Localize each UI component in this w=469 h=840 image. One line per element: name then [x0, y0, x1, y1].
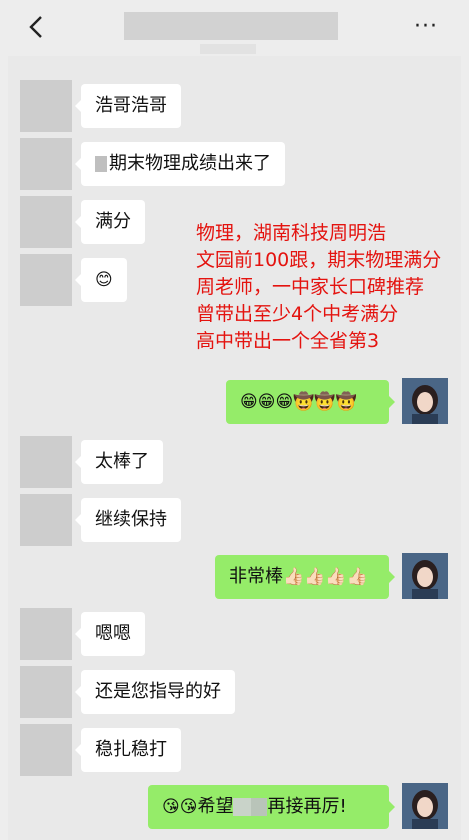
my-avatar[interactable]	[402, 553, 448, 599]
portrait-icon	[402, 553, 448, 599]
message-bubble-sent[interactable]: 😁😁😁🤠🤠🤠	[226, 380, 395, 424]
message-bubble[interactable]: 稳扎稳打	[75, 728, 181, 772]
subtitle-redacted	[200, 44, 256, 54]
message-bubble[interactable]: 还是您指导的好	[75, 670, 235, 714]
redacted-text	[233, 798, 252, 816]
message-bubble[interactable]: 继续保持	[75, 498, 181, 542]
message-bubble[interactable]: 太棒了	[75, 440, 163, 484]
thumbs-up-icon: 👍🏻👍🏻👍🏻👍🏻	[283, 567, 368, 587]
message-bubble[interactable]: 期末物理成绩出来了	[75, 142, 285, 186]
my-avatar[interactable]	[402, 378, 448, 424]
portrait-icon	[402, 378, 448, 424]
more-options-icon[interactable]: ···	[414, 14, 444, 40]
chevron-left-icon[interactable]	[26, 14, 48, 40]
avatar[interactable]	[20, 494, 72, 546]
message-text: 再接再厉!	[267, 796, 347, 817]
annotation-line: 周老师，一中家长口碑推荐	[196, 276, 425, 298]
message-bubble-sent[interactable]: 😘😘希望 再接再厉!	[148, 785, 395, 829]
avatar[interactable]	[20, 138, 72, 190]
portrait-icon	[402, 783, 448, 829]
avatar[interactable]	[20, 436, 72, 488]
message-text: 希望	[197, 796, 234, 817]
redacted-text	[95, 156, 107, 172]
annotation-line: 文园前100跟，期末物理满分	[196, 249, 442, 271]
avatar[interactable]	[20, 608, 72, 660]
emoji-icon: 😘😘	[162, 797, 198, 817]
message-bubble[interactable]: 浩哥浩哥	[75, 84, 181, 128]
annotation-line: 物理，湖南科技周明浩	[196, 222, 387, 244]
message-bubble[interactable]: 嗯嗯	[75, 612, 145, 656]
annotation-text: 物理，湖南科技周明浩 文园前100跟，期末物理满分 周老师，一中家长口碑推荐 曾…	[196, 220, 441, 355]
message-bubble[interactable]: 😊	[75, 258, 127, 302]
avatar[interactable]	[20, 80, 72, 132]
avatar[interactable]	[20, 724, 72, 776]
message-bubble[interactable]: 满分	[75, 200, 145, 244]
message-text: 期末物理成绩出来了	[109, 153, 271, 174]
my-avatar[interactable]	[402, 783, 448, 829]
redacted-text	[251, 798, 268, 816]
annotation-line: 高中带出一个全省第3	[196, 330, 380, 352]
avatar[interactable]	[20, 254, 72, 306]
avatar[interactable]	[20, 666, 72, 718]
chat-title-redacted	[124, 12, 338, 40]
avatar[interactable]	[20, 196, 72, 248]
message-bubble-sent[interactable]: 非常棒👍🏻👍🏻👍🏻👍🏻	[215, 555, 395, 599]
annotation-line: 曾带出至少4个中考满分	[196, 303, 399, 325]
message-text: 非常棒	[229, 566, 283, 587]
